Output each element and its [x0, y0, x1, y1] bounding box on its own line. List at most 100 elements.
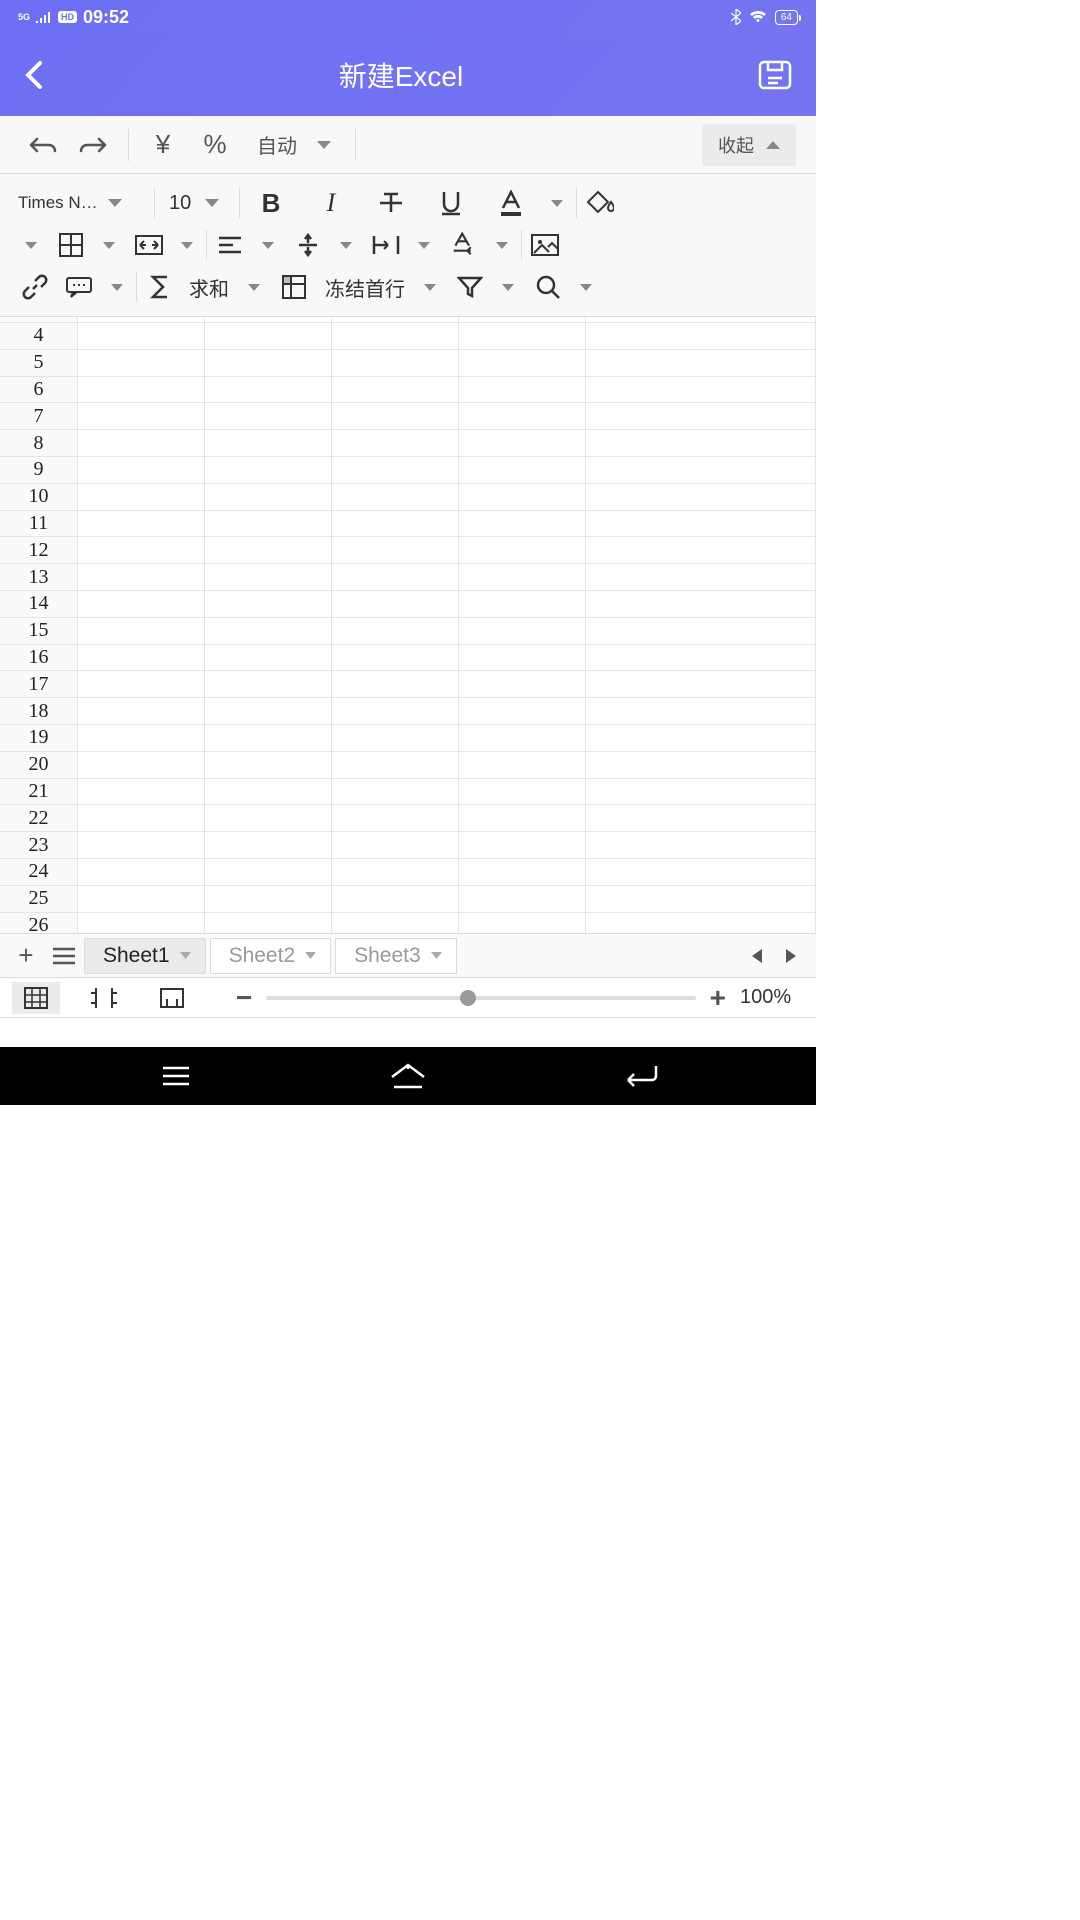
cell[interactable]	[459, 564, 586, 590]
row-header[interactable]: 8	[0, 430, 78, 456]
row-header[interactable]: 12	[0, 537, 78, 563]
redo-button[interactable]	[72, 125, 116, 165]
cell[interactable]	[78, 511, 205, 537]
find-dropdown[interactable]	[527, 269, 603, 305]
row-header[interactable]: 25	[0, 886, 78, 912]
table-row[interactable]: 4	[0, 323, 816, 350]
cell[interactable]	[459, 886, 586, 912]
cell[interactable]	[332, 430, 459, 456]
cell[interactable]	[586, 832, 816, 858]
cell[interactable]	[459, 725, 586, 751]
table-row[interactable]: 20	[0, 752, 816, 779]
cell[interactable]	[205, 403, 332, 429]
cell[interactable]	[459, 859, 586, 885]
table-row[interactable]: 17	[0, 671, 816, 698]
cell[interactable]	[78, 859, 205, 885]
cell[interactable]	[78, 403, 205, 429]
cell[interactable]	[459, 484, 586, 510]
cell[interactable]	[459, 752, 586, 778]
bold-button[interactable]: B	[242, 185, 300, 221]
cell[interactable]	[586, 805, 816, 831]
cell[interactable]	[586, 725, 816, 751]
cell[interactable]	[78, 537, 205, 563]
add-sheet-button[interactable]: +	[8, 938, 44, 974]
cell[interactable]	[586, 618, 816, 644]
cell[interactable]	[332, 671, 459, 697]
save-button[interactable]	[758, 60, 792, 90]
cell[interactable]	[459, 913, 586, 933]
cell[interactable]	[586, 511, 816, 537]
more-dropdown[interactable]	[14, 242, 48, 249]
row-header[interactable]: 9	[0, 457, 78, 483]
cell[interactable]	[459, 805, 586, 831]
cell[interactable]	[205, 323, 332, 349]
cell[interactable]	[586, 564, 816, 590]
cell[interactable]	[205, 591, 332, 617]
table-row[interactable]: 11	[0, 511, 816, 538]
formula-bar[interactable]	[0, 1017, 816, 1047]
cell[interactable]	[78, 350, 205, 376]
normal-view-button[interactable]	[12, 982, 60, 1014]
cell[interactable]	[459, 832, 586, 858]
sheet-scroll-right-button[interactable]	[786, 949, 796, 963]
cell[interactable]	[332, 591, 459, 617]
font-size-dropdown[interactable]: 10	[157, 192, 237, 215]
cell[interactable]	[332, 537, 459, 563]
home-button[interactable]	[378, 1056, 438, 1096]
cell[interactable]	[78, 564, 205, 590]
filter-dropdown[interactable]	[449, 269, 525, 305]
cell[interactable]	[78, 377, 205, 403]
cell[interactable]	[459, 511, 586, 537]
cell[interactable]	[78, 725, 205, 751]
cell[interactable]	[332, 645, 459, 671]
currency-button[interactable]: ¥	[141, 125, 185, 165]
cell[interactable]	[586, 671, 816, 697]
cell[interactable]	[205, 886, 332, 912]
cell[interactable]	[78, 671, 205, 697]
cell[interactable]	[586, 645, 816, 671]
table-row[interactable]: 21	[0, 779, 816, 806]
sheet-list-button[interactable]	[46, 938, 82, 974]
cell[interactable]	[332, 377, 459, 403]
font-color-dropdown[interactable]	[482, 185, 574, 221]
cell[interactable]	[459, 430, 586, 456]
cell[interactable]	[205, 698, 332, 724]
cell[interactable]	[78, 832, 205, 858]
table-row[interactable]: 23	[0, 832, 816, 859]
cell[interactable]	[78, 645, 205, 671]
cell[interactable]	[205, 725, 332, 751]
merge-cells-dropdown[interactable]	[128, 227, 204, 263]
table-row[interactable]: 13	[0, 564, 816, 591]
sheet-scroll-left-button[interactable]	[752, 949, 762, 963]
cell[interactable]	[332, 725, 459, 751]
borders-dropdown[interactable]	[50, 227, 126, 263]
zoom-in-button[interactable]: +	[710, 982, 726, 1014]
table-row[interactable]: 14	[0, 591, 816, 618]
underline-button[interactable]	[422, 185, 480, 221]
cell[interactable]	[586, 377, 816, 403]
cell[interactable]	[459, 698, 586, 724]
cell[interactable]	[586, 886, 816, 912]
cell[interactable]	[332, 886, 459, 912]
cell[interactable]	[78, 484, 205, 510]
sheet-tab[interactable]: Sheet1	[84, 938, 206, 974]
table-row[interactable]: 15	[0, 618, 816, 645]
zoom-slider[interactable]	[266, 996, 695, 1000]
table-row[interactable]: 19	[0, 725, 816, 752]
cell[interactable]	[205, 564, 332, 590]
cell[interactable]	[205, 537, 332, 563]
cell[interactable]	[332, 832, 459, 858]
comment-dropdown[interactable]	[58, 269, 134, 305]
cell[interactable]	[459, 377, 586, 403]
cell[interactable]	[586, 403, 816, 429]
table-row[interactable]: 12	[0, 537, 816, 564]
cell[interactable]	[78, 805, 205, 831]
cell[interactable]	[586, 457, 816, 483]
text-rotation-dropdown[interactable]	[443, 227, 519, 263]
cell[interactable]	[332, 913, 459, 933]
cell[interactable]	[332, 457, 459, 483]
cell[interactable]	[78, 618, 205, 644]
cell[interactable]	[78, 913, 205, 933]
cell[interactable]	[459, 457, 586, 483]
table-row[interactable]: 9	[0, 457, 816, 484]
